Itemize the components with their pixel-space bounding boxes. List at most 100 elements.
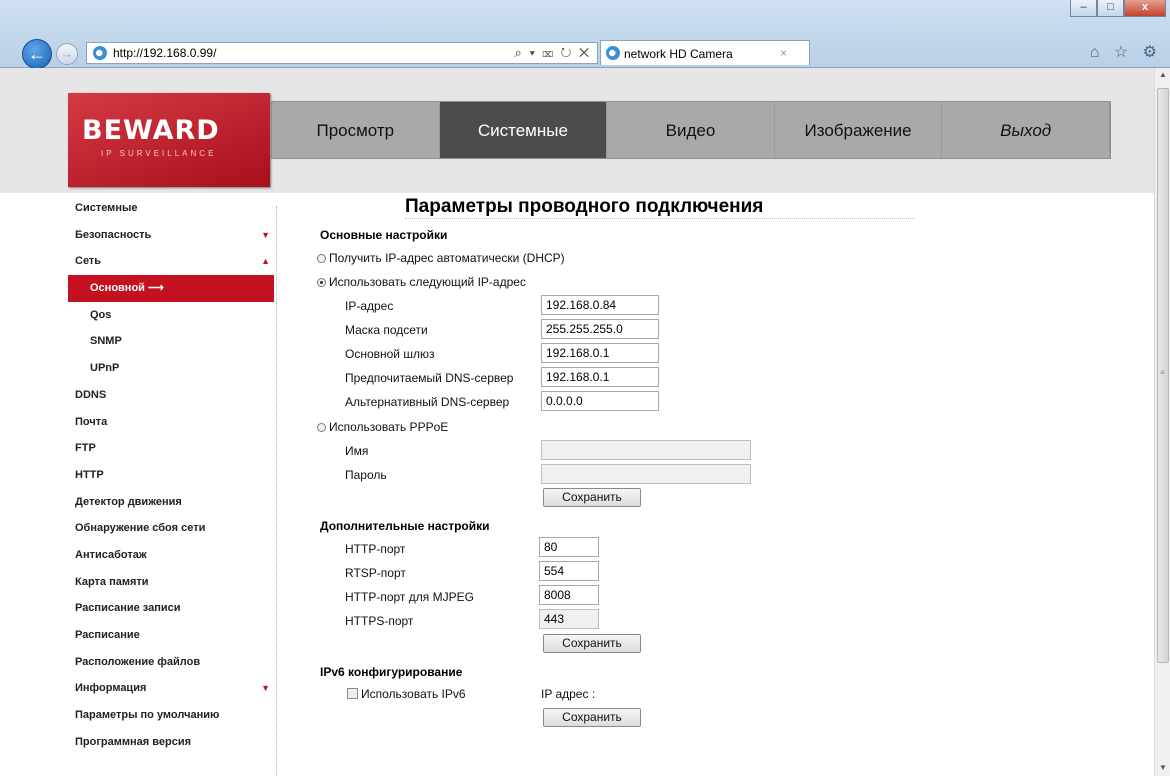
- window-controls: – □ x: [1070, 0, 1166, 17]
- scroll-up-icon[interactable]: ▲: [1159, 70, 1167, 79]
- header-band: BEWARD IP SURVEILLANCE Просмотр Системны…: [0, 68, 1154, 193]
- pppoe-radio[interactable]: [317, 423, 326, 432]
- sidebar-item-label: Программная версия: [75, 735, 192, 748]
- sidebar-item-label: Qos: [90, 308, 112, 321]
- http-port-label: HTTP-порт: [345, 542, 406, 556]
- http-port-input[interactable]: [539, 537, 599, 557]
- close-window-button[interactable]: x: [1124, 0, 1166, 17]
- sidebar-item-label: Детектор движения: [75, 495, 182, 508]
- sidebar-item-snmp[interactable]: SNMP: [68, 328, 274, 355]
- dns1-input[interactable]: [541, 367, 659, 387]
- sidebar-item-label: Сеть: [75, 255, 102, 268]
- menu-system[interactable]: Системные: [439, 102, 608, 158]
- address-bar[interactable]: http://192.168.0.99/ ⌕ ▾ ⌧ ↻ ✕: [86, 42, 598, 64]
- sidebar: Системные Безопасность ▼ Сеть ▲ Основной ⟶…: [68, 195, 274, 755]
- sidebar-item-info[interactable]: Информация ▼: [68, 675, 274, 702]
- sidebar-item-label: Информация: [75, 682, 147, 695]
- gateway-input[interactable]: [541, 343, 659, 363]
- save-ports-button[interactable]: Сохранить: [543, 634, 641, 653]
- address-actions-icon[interactable]: ⌕ ▾ ⌧ ↻ ✕: [515, 45, 591, 61]
- sidebar-item-label: UPnP: [90, 362, 120, 375]
- ipv6-checkbox[interactable]: [347, 688, 358, 699]
- sidebar-item-sd-card[interactable]: Карта памяти: [68, 569, 274, 596]
- mjpeg-port-input[interactable]: [539, 585, 599, 605]
- sidebar-item-label: Карта памяти: [75, 575, 149, 588]
- static-ip-label: Использовать следующий IP-адрес: [329, 275, 526, 289]
- title-divider: [405, 218, 915, 219]
- pppoe-password-label: Пароль: [345, 468, 387, 482]
- sidebar-item-network[interactable]: Сеть ▲: [68, 248, 274, 275]
- menu-exit[interactable]: Выход: [942, 102, 1110, 158]
- save-ipv6-button[interactable]: Сохранить: [543, 708, 641, 727]
- sidebar-item-label: HTTP: [75, 468, 104, 481]
- sidebar-item-mail[interactable]: Почта: [68, 409, 274, 436]
- ipv6-heading: IPv6 конфигурирование: [320, 665, 463, 679]
- sidebar-item-label: Системные: [75, 202, 138, 214]
- dhcp-radio[interactable]: [317, 254, 326, 263]
- menu-image[interactable]: Изображение: [775, 102, 943, 158]
- logo-brand: BEWARD: [82, 115, 220, 146]
- dns2-input[interactable]: [541, 391, 659, 411]
- sidebar-item-firmware[interactable]: Программная версия: [68, 729, 274, 756]
- page-title: Параметры проводного подключения: [405, 196, 764, 217]
- pppoe-name-input[interactable]: [541, 440, 751, 460]
- ipv6-option[interactable]: Использовать IPv6: [347, 687, 466, 701]
- sidebar-item-label: FTP: [75, 442, 96, 455]
- pppoe-option[interactable]: Использовать PPPoE: [317, 420, 448, 434]
- sidebar-item-security[interactable]: Безопасность ▼: [68, 222, 274, 249]
- sidebar-item-http[interactable]: HTTP: [68, 462, 274, 489]
- https-port-label: HTTPS-порт: [345, 614, 414, 628]
- sidebar-item-label: Параметры по умолчанию: [75, 709, 220, 722]
- expand-arrow-icon: ▼: [261, 229, 270, 240]
- save-network-button[interactable]: Сохранить: [543, 488, 641, 507]
- tab-ie-icon: [606, 46, 620, 60]
- rtsp-port-label: RTSP-порт: [345, 566, 406, 580]
- tab-close-icon[interactable]: ×: [780, 46, 787, 60]
- sidebar-item-schedule[interactable]: Расписание: [68, 622, 274, 649]
- collapse-arrow-icon: ▲: [261, 256, 270, 267]
- ip-address-input[interactable]: [541, 295, 659, 315]
- sidebar-item-label: SNMP: [90, 335, 122, 348]
- expand-arrow-icon: ▼: [261, 683, 270, 694]
- https-port-input[interactable]: [539, 609, 599, 629]
- ipv6-use-label: Использовать IPv6: [361, 687, 466, 701]
- sidebar-item-upnp[interactable]: UPnP: [68, 355, 274, 382]
- sidebar-item-system[interactable]: Системные: [68, 195, 274, 222]
- sidebar-item-label: Основной ⟶: [90, 282, 164, 295]
- gateway-label: Основной шлюз: [345, 347, 435, 361]
- dhcp-option[interactable]: Получить IP-адрес автоматически (DHCP): [317, 251, 565, 265]
- pppoe-label: Использовать PPPoE: [329, 420, 449, 434]
- pppoe-password-input[interactable]: [541, 464, 751, 484]
- sidebar-item-motion[interactable]: Детектор движения: [68, 489, 274, 516]
- sidebar-item-defaults[interactable]: Параметры по умолчанию: [68, 702, 274, 729]
- sidebar-item-tamper[interactable]: Антисаботаж: [68, 542, 274, 569]
- browser-tab[interactable]: network HD Camera ×: [600, 40, 810, 65]
- sidebar-item-basic[interactable]: Основной ⟶: [68, 275, 274, 302]
- rtsp-port-input[interactable]: [539, 561, 599, 581]
- sidebar-item-label: Обнаружение сбоя сети: [75, 522, 206, 535]
- menu-view[interactable]: Просмотр: [272, 102, 440, 158]
- sidebar-item-qos[interactable]: Qos: [68, 302, 274, 329]
- static-ip-option[interactable]: Использовать следующий IP-адрес: [317, 275, 526, 289]
- scroll-down-icon[interactable]: ▼: [1159, 763, 1167, 772]
- ipv6-address-label: IP адрес :: [541, 687, 596, 701]
- subnet-mask-input[interactable]: [541, 319, 659, 339]
- menu-video[interactable]: Видео: [607, 102, 775, 158]
- sidebar-item-label: Почта: [75, 415, 108, 428]
- toolbar-icons[interactable]: ⌂ ☆ ⚙: [1090, 42, 1162, 62]
- maximize-button[interactable]: □: [1097, 0, 1124, 17]
- sidebar-item-file-location[interactable]: Расположение файлов: [68, 649, 274, 676]
- sidebar-item-record-schedule[interactable]: Расписание записи: [68, 595, 274, 622]
- static-ip-radio[interactable]: [317, 278, 326, 287]
- back-button[interactable]: ←: [22, 39, 52, 69]
- sidebar-item-ddns[interactable]: DDNS: [68, 382, 274, 409]
- sidebar-divider: [276, 206, 277, 776]
- vertical-scrollbar[interactable]: ▲ ≡ ▼: [1154, 68, 1170, 776]
- sidebar-item-net-failure[interactable]: Обнаружение сбоя сети: [68, 515, 274, 542]
- forward-button[interactable]: →: [56, 43, 78, 65]
- sidebar-item-ftp[interactable]: FTP: [68, 435, 274, 462]
- minimize-button[interactable]: –: [1070, 0, 1097, 17]
- browser-chrome: – □ x ← → http://192.168.0.99/ ⌕ ▾ ⌧ ↻ ✕…: [0, 0, 1170, 69]
- dns1-label: Предпочитаемый DNS-сервер: [345, 371, 514, 385]
- main-menu: Просмотр Системные Видео Изображение Вых…: [271, 101, 1111, 159]
